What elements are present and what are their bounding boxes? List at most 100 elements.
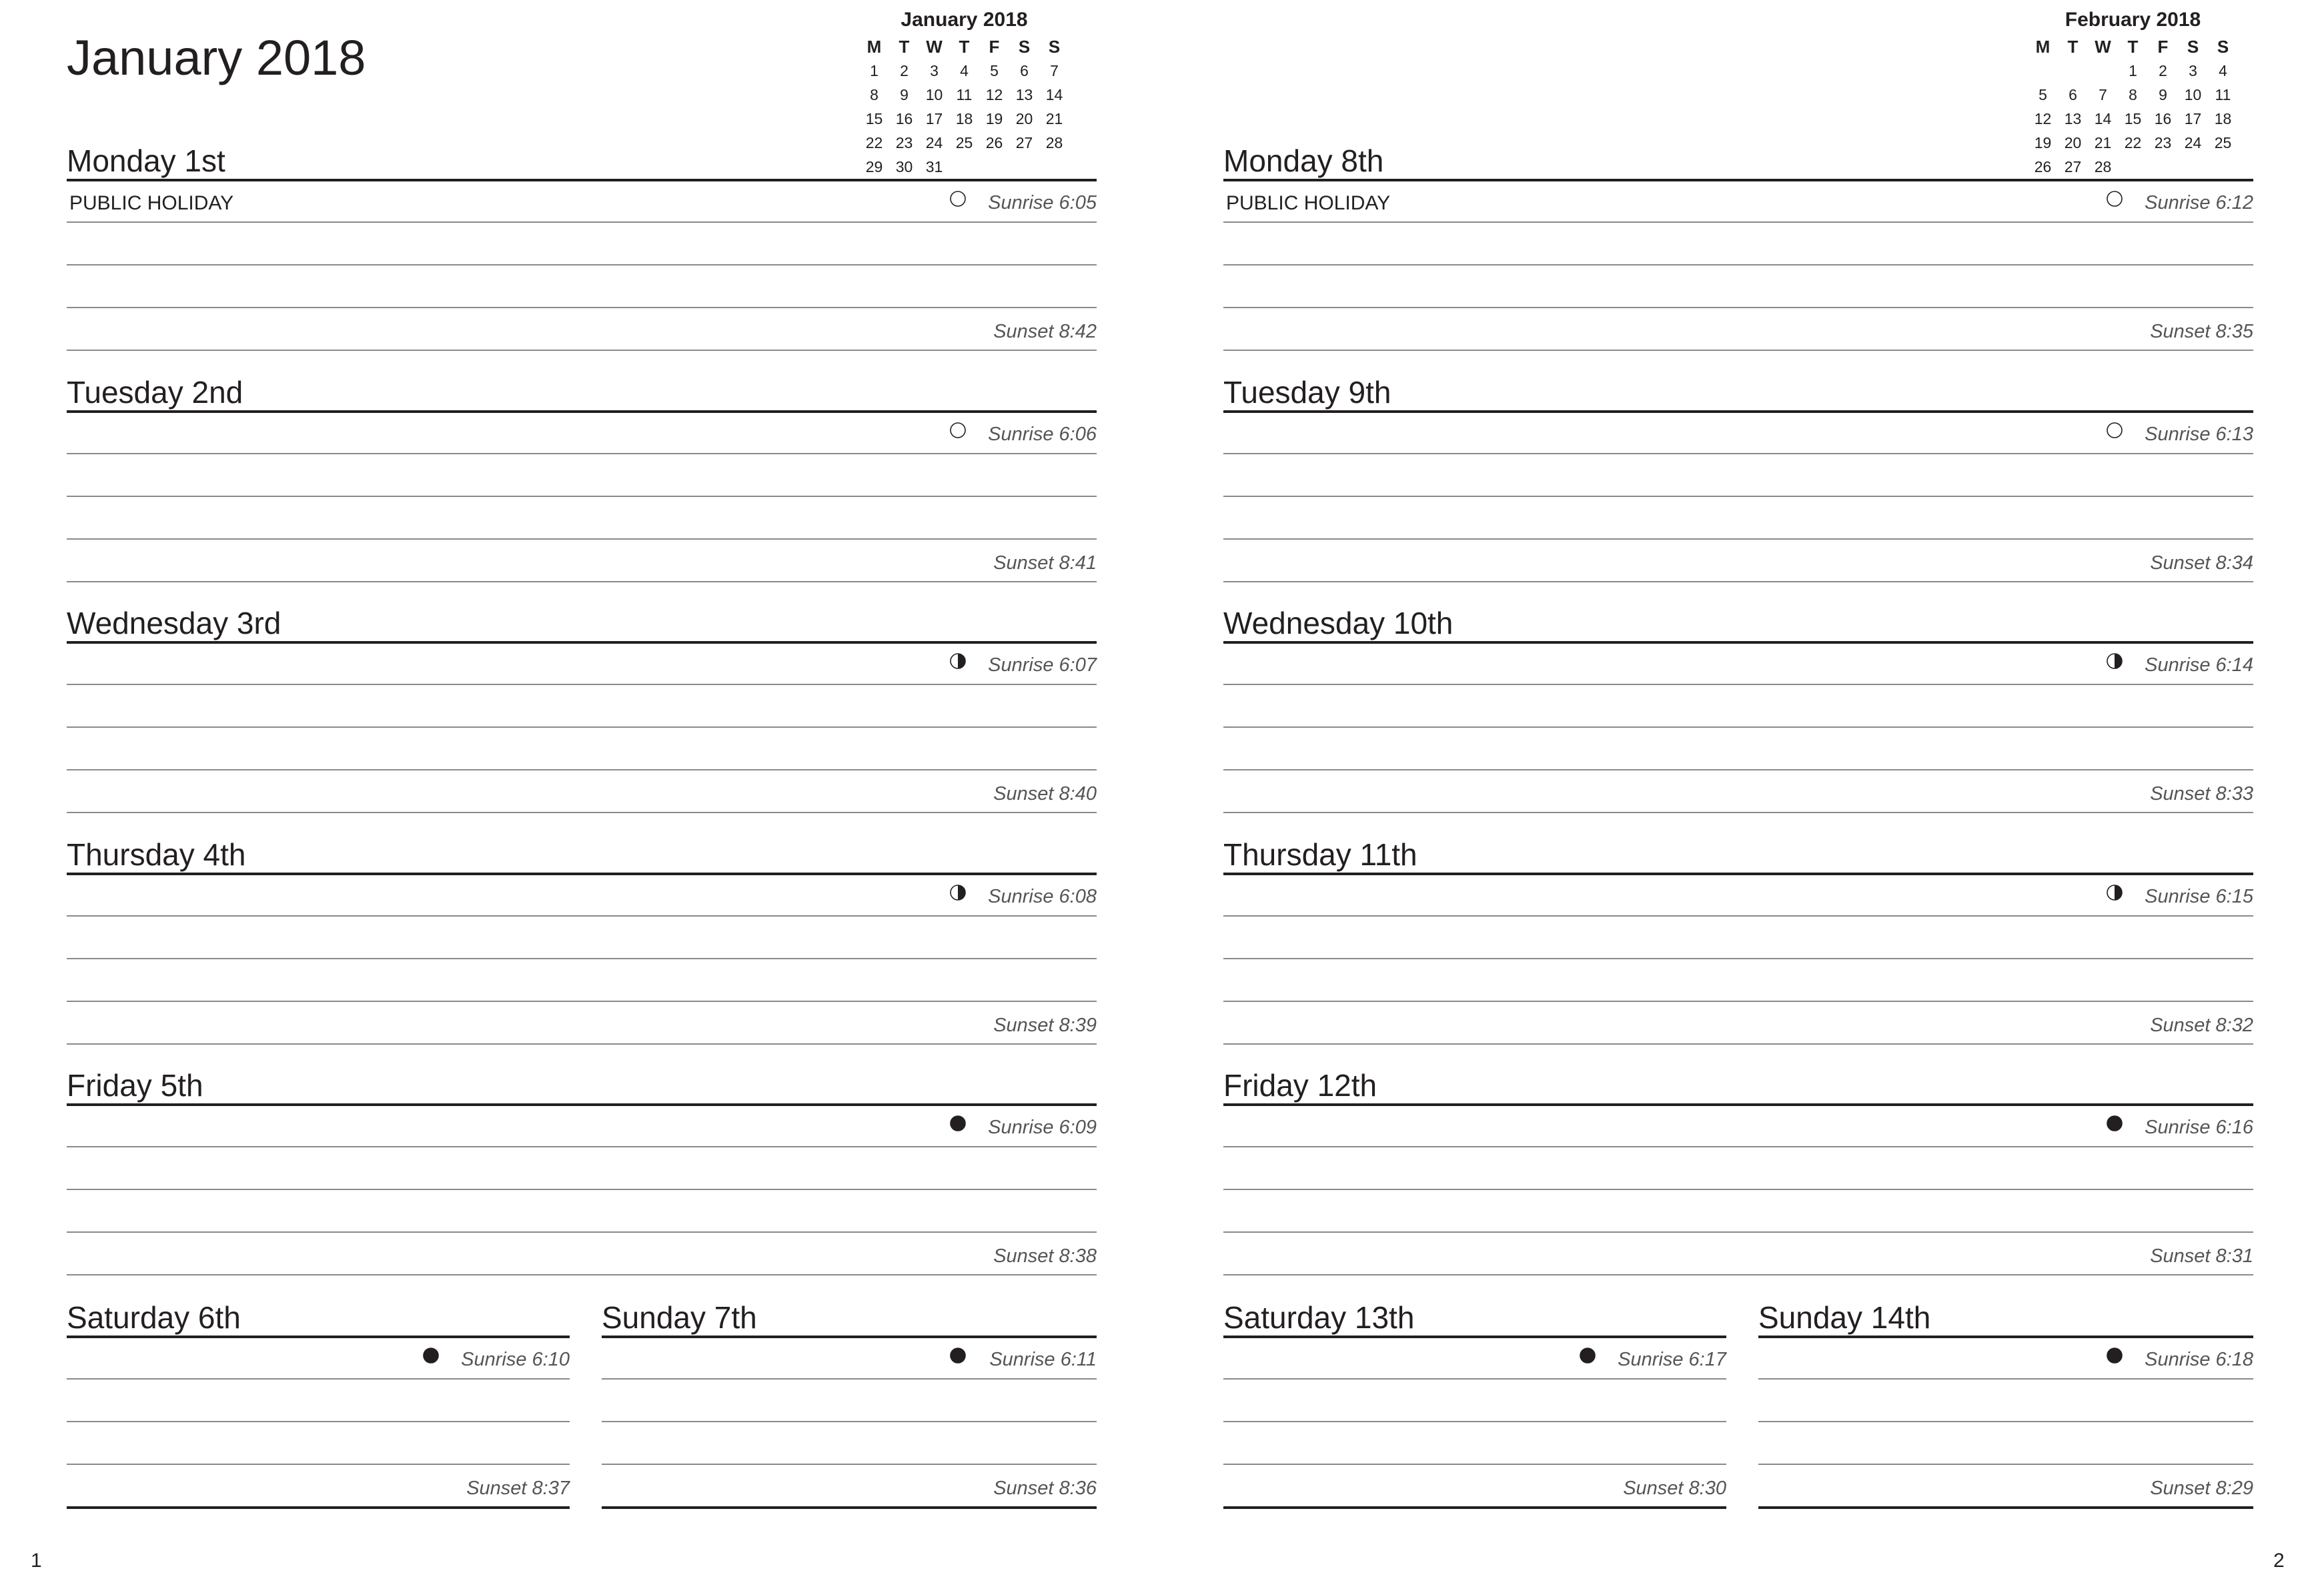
writing-line[interactable] bbox=[1223, 1189, 2253, 1190]
writing-line[interactable] bbox=[1223, 1421, 1726, 1422]
mini-calendar-date: 17 bbox=[2184, 110, 2202, 127]
writing-line[interactable] bbox=[67, 1421, 570, 1422]
holiday-note: PUBLIC HOLIDAY bbox=[69, 192, 234, 214]
day-block: Saturday 6th Sunrise 6:10 Sunset 8:37 bbox=[67, 1290, 570, 1530]
writing-line[interactable] bbox=[1223, 1001, 2253, 1002]
writing-line[interactable] bbox=[1223, 726, 2253, 728]
mini-calendar-date: 15 bbox=[2124, 110, 2142, 127]
writing-line[interactable] bbox=[1223, 1506, 1726, 1509]
writing-line[interactable] bbox=[67, 915, 1097, 917]
writing-line[interactable] bbox=[67, 1464, 570, 1465]
writing-line[interactable] bbox=[67, 350, 1097, 351]
writing-line[interactable] bbox=[67, 769, 1097, 770]
writing-line[interactable] bbox=[1223, 958, 2253, 959]
writing-line[interactable] bbox=[1223, 915, 2253, 917]
mini-calendar-date: 4 bbox=[2219, 62, 2227, 79]
writing-line[interactable] bbox=[1223, 684, 2253, 685]
writing-line[interactable] bbox=[602, 1378, 1097, 1380]
day-heading-rule bbox=[1758, 1336, 2253, 1338]
writing-line[interactable] bbox=[1223, 769, 2253, 770]
day-heading-rule bbox=[1223, 873, 2253, 875]
day-heading-rule bbox=[67, 641, 1097, 644]
writing-line[interactable] bbox=[67, 307, 1097, 308]
writing-line[interactable] bbox=[602, 1421, 1097, 1422]
mini-calendar-weekday-header: S bbox=[1018, 37, 1031, 57]
writing-line[interactable] bbox=[67, 726, 1097, 728]
mini-calendar-weekday-header: T bbox=[899, 37, 910, 57]
mini-calendar-date: 3 bbox=[2189, 62, 2197, 79]
writing-line[interactable] bbox=[67, 812, 1097, 813]
mini-calendar-weekday-header: T bbox=[2127, 37, 2139, 57]
writing-line[interactable] bbox=[1223, 264, 2253, 266]
writing-line[interactable] bbox=[67, 684, 1097, 685]
sunrise-time: Sunrise 6:18 bbox=[2145, 1349, 2253, 1370]
writing-line[interactable] bbox=[602, 1506, 1097, 1509]
day-heading: Wednesday 10th bbox=[1223, 606, 1454, 640]
writing-line[interactable] bbox=[1223, 812, 2253, 813]
sunset-time: Sunset 8:39 bbox=[993, 1015, 1097, 1036]
writing-line[interactable] bbox=[67, 1189, 1097, 1190]
writing-line[interactable] bbox=[1223, 221, 2253, 223]
mini-calendar-date: 16 bbox=[895, 110, 913, 127]
writing-line[interactable] bbox=[67, 1506, 570, 1509]
day-heading: Wednesday 3rd bbox=[67, 606, 281, 640]
day-heading-rule bbox=[67, 179, 1097, 181]
writing-line[interactable] bbox=[67, 1043, 1097, 1045]
writing-line[interactable] bbox=[67, 221, 1097, 223]
mini-calendar-date: 1 bbox=[870, 62, 879, 79]
writing-line[interactable] bbox=[67, 581, 1097, 582]
full-moon-icon bbox=[2107, 191, 2123, 207]
mini-calendar-date: 7 bbox=[1050, 62, 1059, 79]
mini-calendar-date: 5 bbox=[2039, 86, 2047, 103]
writing-line[interactable] bbox=[1223, 581, 2253, 582]
writing-line[interactable] bbox=[1223, 1146, 2253, 1147]
mini-calendar-date: 12 bbox=[2034, 110, 2052, 127]
writing-line[interactable] bbox=[1223, 1378, 1726, 1380]
mini-calendar-date: 6 bbox=[1020, 62, 1029, 79]
day-block: Tuesday 9th Sunrise 6:13 Sunset 8:34 bbox=[1223, 365, 2253, 605]
day-heading: Monday 8th bbox=[1223, 143, 1384, 178]
day-heading: Friday 12th bbox=[1223, 1068, 1377, 1103]
sunrise-time: Sunrise 6:15 bbox=[2145, 886, 2253, 907]
mini-calendar-date bbox=[2058, 59, 2088, 83]
sunset-time: Sunset 8:36 bbox=[993, 1478, 1097, 1499]
day-block: Saturday 13th Sunrise 6:17 Sunset 8:30 bbox=[1223, 1290, 1726, 1530]
day-block: Wednesday 10th Sunrise 6:14 Sunset 8:33 bbox=[1223, 596, 2253, 836]
writing-line[interactable] bbox=[1223, 1274, 2253, 1275]
waning-gibbous-moon-icon bbox=[2107, 653, 2123, 669]
sunset-time: Sunset 8:40 bbox=[993, 783, 1097, 805]
mini-calendar-date: 6 bbox=[2069, 86, 2077, 103]
mini-calendar-date: 19 bbox=[985, 110, 1003, 127]
sunrise-time: Sunrise 6:08 bbox=[988, 886, 1097, 907]
writing-line[interactable] bbox=[1758, 1506, 2253, 1509]
writing-line[interactable] bbox=[1223, 1231, 2253, 1233]
writing-line[interactable] bbox=[1758, 1421, 2253, 1422]
new-moon-icon bbox=[950, 1348, 966, 1364]
day-block: Monday 8th PUBLIC HOLIDAY Sunrise 6:12 Suns… bbox=[1223, 133, 2253, 374]
writing-line[interactable] bbox=[67, 264, 1097, 266]
writing-line[interactable] bbox=[1223, 538, 2253, 540]
page-title: January 2018 bbox=[67, 30, 366, 85]
writing-line[interactable] bbox=[67, 453, 1097, 454]
writing-line[interactable] bbox=[1223, 496, 2253, 497]
new-moon-icon bbox=[2107, 1115, 2123, 1131]
writing-line[interactable] bbox=[1223, 307, 2253, 308]
writing-line[interactable] bbox=[67, 1378, 570, 1380]
writing-line[interactable] bbox=[67, 1001, 1097, 1002]
writing-line[interactable] bbox=[1223, 453, 2253, 454]
writing-line[interactable] bbox=[1223, 1464, 1726, 1465]
writing-line[interactable] bbox=[602, 1464, 1097, 1465]
writing-line[interactable] bbox=[1223, 350, 2253, 351]
writing-line[interactable] bbox=[67, 958, 1097, 959]
writing-line[interactable] bbox=[67, 496, 1097, 497]
writing-line[interactable] bbox=[1758, 1378, 2253, 1380]
mini-calendar-date bbox=[2088, 59, 2118, 83]
writing-line[interactable] bbox=[1223, 1043, 2253, 1045]
day-heading-rule bbox=[67, 410, 1097, 413]
writing-line[interactable] bbox=[67, 1146, 1097, 1147]
writing-line[interactable] bbox=[67, 1231, 1097, 1233]
writing-line[interactable] bbox=[67, 1274, 1097, 1275]
mini-calendar-date: 3 bbox=[930, 62, 939, 79]
writing-line[interactable] bbox=[67, 538, 1097, 540]
writing-line[interactable] bbox=[1758, 1464, 2253, 1465]
